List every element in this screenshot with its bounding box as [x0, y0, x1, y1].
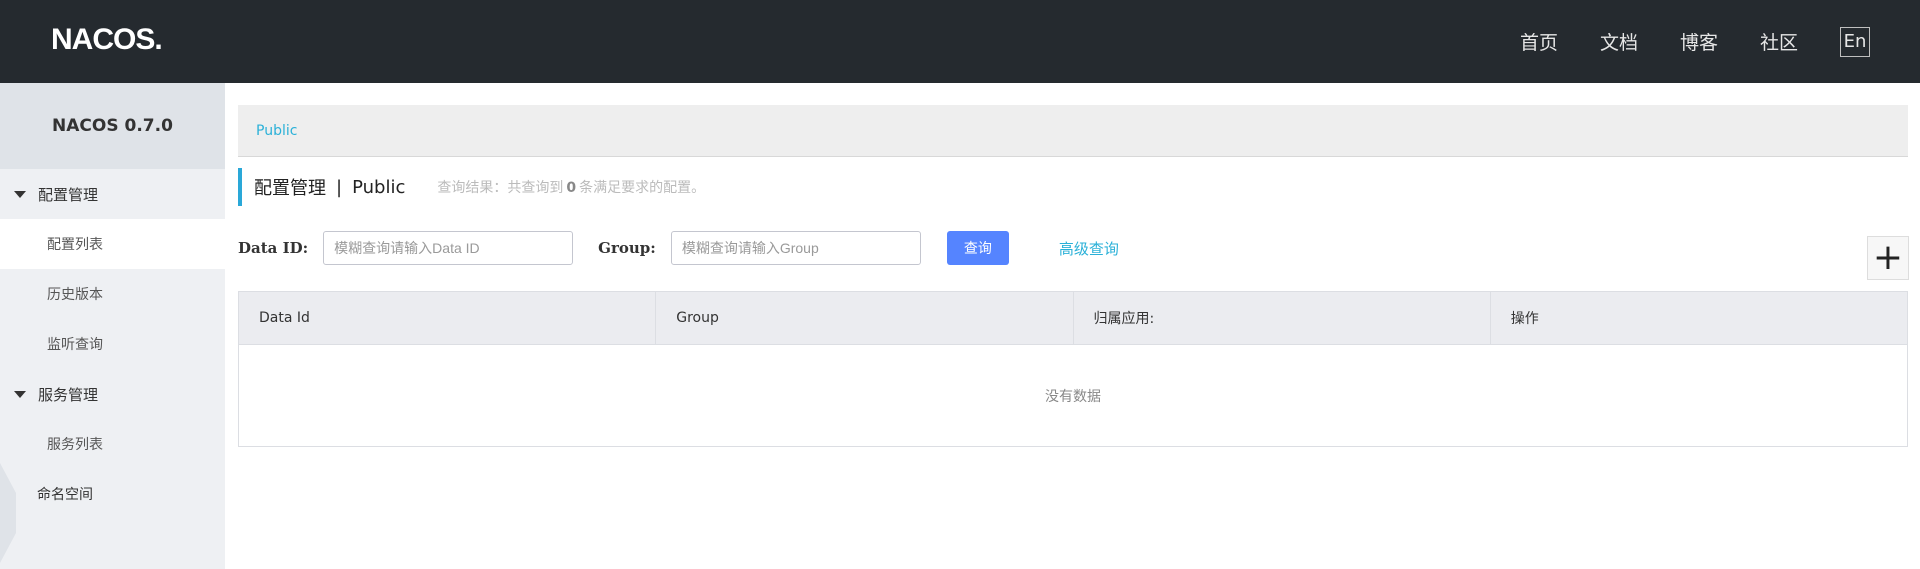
nav-community[interactable]: 社区	[1760, 28, 1798, 55]
top-header: NACOS. 首页 文档 博客 社区 En	[0, 0, 1920, 83]
column-header-app: 归属应用:	[1074, 292, 1491, 344]
nav-docs[interactable]: 文档	[1600, 28, 1638, 55]
sidebar-item-namespace[interactable]: 命名空间	[0, 469, 225, 519]
breadcrumb-namespace[interactable]: Public	[256, 123, 297, 139]
data-id-input[interactable]	[323, 231, 574, 265]
breadcrumb: Public	[238, 105, 1908, 157]
query-result-prefix: 查询结果：共查询到	[437, 180, 564, 196]
table-header: Data Id Group 归属应用: 操作	[239, 292, 1907, 344]
column-header-actions: 操作	[1510, 311, 1539, 327]
query-result-text: 查询结果：共查询到 0 条满足要求的配置。	[437, 177, 705, 197]
nav-blog[interactable]: 博客	[1680, 28, 1718, 55]
sidebar-group-config[interactable]: 配置管理	[0, 169, 225, 219]
sidebar-title: NACOS 0.7.0	[0, 83, 225, 169]
query-result-count: 0	[566, 180, 577, 196]
config-table: Data Id Group 归属应用: 操作 没有数据	[238, 291, 1908, 447]
caret-down-icon	[14, 390, 26, 398]
column-header-group: Group	[656, 292, 1074, 344]
caret-down-icon	[14, 190, 26, 198]
group-input[interactable]	[670, 231, 921, 265]
logo-text: NACOS.	[51, 23, 163, 56]
plus-icon: +	[1872, 237, 1904, 278]
nav-home[interactable]: 首页	[1520, 28, 1558, 55]
sidebar-group-label: 服务管理	[38, 385, 99, 404]
page-namespace: Public	[352, 176, 406, 198]
column-header-data-id: Data Id	[239, 292, 657, 344]
sidebar-item-history[interactable]: 历史版本	[0, 269, 225, 319]
add-config-button[interactable]: +	[1867, 236, 1909, 280]
sidebar-group-service[interactable]: 服务管理	[0, 369, 225, 419]
top-nav: 首页 文档 博客 社区 En	[1520, 0, 1920, 83]
advanced-query-link[interactable]: 高级查询	[1059, 238, 1119, 259]
page-title: 配置管理	[254, 178, 326, 199]
nacos-logo[interactable]: NACOS.	[51, 23, 163, 56]
sidebar-item-config-list[interactable]: 配置列表	[0, 219, 225, 269]
page-header: 配置管理 | Public 查询结果：共查询到 0 条满足要求的配置。	[238, 168, 705, 206]
search-bar: Data ID: Group: 查询 高级查询	[238, 231, 1908, 265]
language-toggle-button[interactable]: En	[1840, 26, 1870, 57]
search-button[interactable]: 查询	[946, 231, 1009, 265]
sidebar-item-listener-query[interactable]: 监听查询	[0, 319, 225, 369]
sidebar-item-service-list[interactable]: 服务列表	[0, 419, 225, 469]
title-separator: |	[336, 176, 343, 198]
data-id-label: Data ID:	[238, 239, 309, 257]
query-result-suffix: 条满足要求的配置。	[579, 180, 706, 196]
table-body: 没有数据	[239, 344, 1907, 446]
sidebar: NACOS 0.7.0 配置管理 配置列表 历史版本 监听查询 服务管理 服务列…	[0, 83, 225, 569]
main-content: Public 配置管理 | Public 查询结果：共查询到 0 条满足要求的配置。…	[238, 83, 1908, 569]
group-label: Group:	[598, 239, 656, 257]
empty-state-text: 没有数据	[1045, 388, 1101, 405]
sidebar-group-label: 配置管理	[38, 185, 99, 204]
